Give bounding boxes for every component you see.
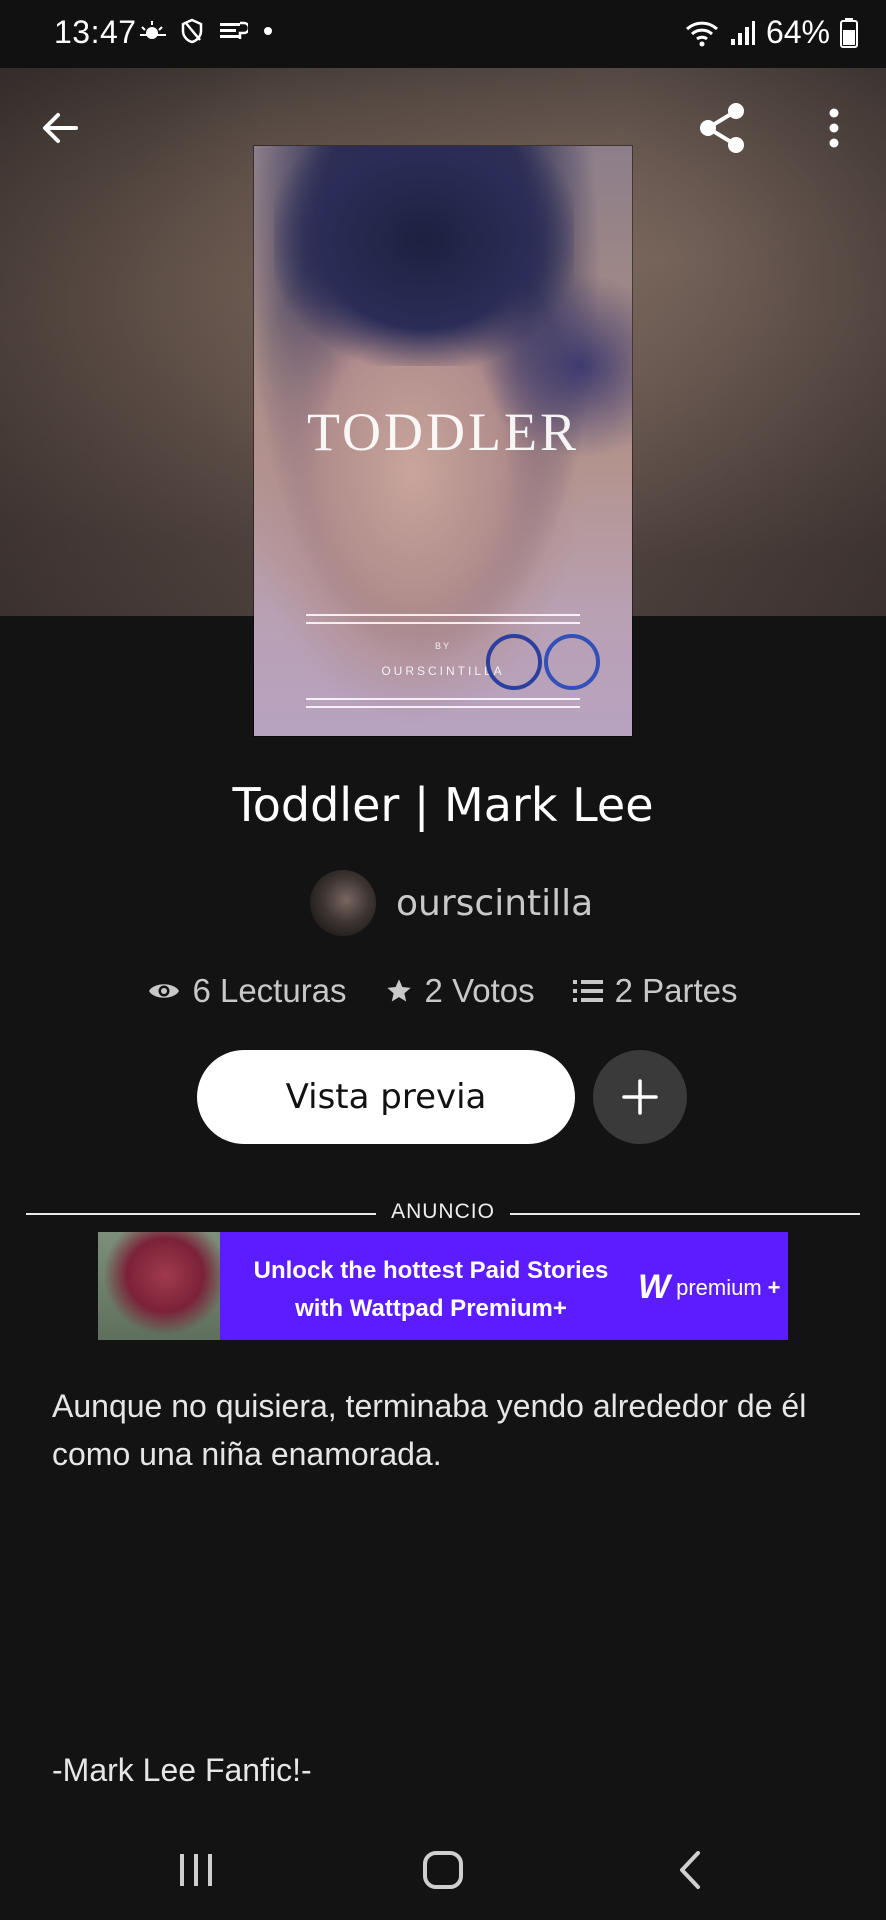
list-icon [572,980,603,1002]
wattpad-premium-logo: W premium + [638,1268,781,1307]
cover-divider-bottom-2 [306,706,580,708]
reads-count: 6 Lecturas [192,972,347,1009]
ad-image [98,1232,220,1340]
wattpad-w-icon: W [638,1268,671,1306]
arrow-left-icon [43,113,78,143]
story-stats: 6 Lecturas 2 Votos 2 Partes [0,972,886,1010]
status-icons-right: 64% [684,14,858,51]
add-to-library-button[interactable] [593,1050,687,1144]
cover-divider-top [306,614,580,616]
author-name[interactable]: ourscintilla [396,883,593,924]
status-bar: 13:47 64% [0,0,886,68]
dot-icon [264,27,272,35]
story-description: Aunque no quisiera, terminaba yendo alre… [52,1388,807,1472]
parts-count[interactable]: 2 Partes [615,972,738,1010]
chevron-left-icon [680,1851,700,1889]
battery-percent: 64% [765,14,830,50]
ad-line-1: Unlock the hottest Paid Stories [253,1257,609,1284]
share-icon [700,103,744,153]
recent-apps-button[interactable] [156,1840,236,1900]
votes-stat: 2 Votos [385,972,535,1010]
battery-icon [840,17,858,48]
system-back-button[interactable] [650,1840,730,1900]
author-link[interactable]: ourscintilla [310,870,593,936]
ad-banner[interactable]: Unlock the hottest Paid Stories with Wat… [98,1232,788,1340]
status-time: 13:47 [54,14,137,50]
ad-line-2: with Wattpad Premium+ [295,1295,567,1322]
status-icons-left [138,18,274,44]
cover-title: TODDLER [307,402,579,462]
story-tagline: -Mark Lee Fanfic!- [52,1752,312,1788]
cover-divider-bottom [306,698,580,700]
system-navigation-bar [0,1820,886,1920]
wifi-icon [685,21,718,46]
ad-text: Unlock the hottest Paid Stories with Wat… [226,1252,636,1328]
ad-divider-right [510,1213,860,1215]
weather-icon [140,21,166,39]
votes-count: 2 Votos [424,972,535,1009]
signal-icon [730,20,755,45]
more-vertical-icon [829,108,839,148]
author-avatar[interactable] [310,870,376,936]
cover-divider-top-2 [306,622,580,624]
plus-icon [622,1079,658,1115]
home-icon [423,1851,463,1889]
recent-apps-icon [180,1854,212,1886]
ad-label: ANUNCIO [391,1200,495,1223]
back-button[interactable] [28,96,92,160]
story-title: Toddler | Mark Lee [232,778,654,832]
home-button[interactable] [403,1840,483,1900]
ad-brand-name: premium [676,1274,762,1300]
cover-logo-icon [544,634,600,690]
star-icon [386,979,411,1002]
reads-stat: 6 Lecturas [148,972,347,1010]
shield-icon [181,18,203,44]
ad-label-row: ANUNCIO [26,1200,860,1230]
parts-stat[interactable]: 2 Partes [572,972,738,1010]
preview-button[interactable]: Vista previa [197,1050,575,1144]
more-options-button[interactable] [802,96,866,160]
share-button[interactable] [690,96,754,160]
ad-brand-suffix: + [767,1274,781,1300]
notification-icon [220,21,248,39]
cover-logo-icon [486,634,542,690]
book-cover[interactable]: TODDLER BY OURSCINTILLA [254,146,632,736]
eye-icon [149,984,180,998]
